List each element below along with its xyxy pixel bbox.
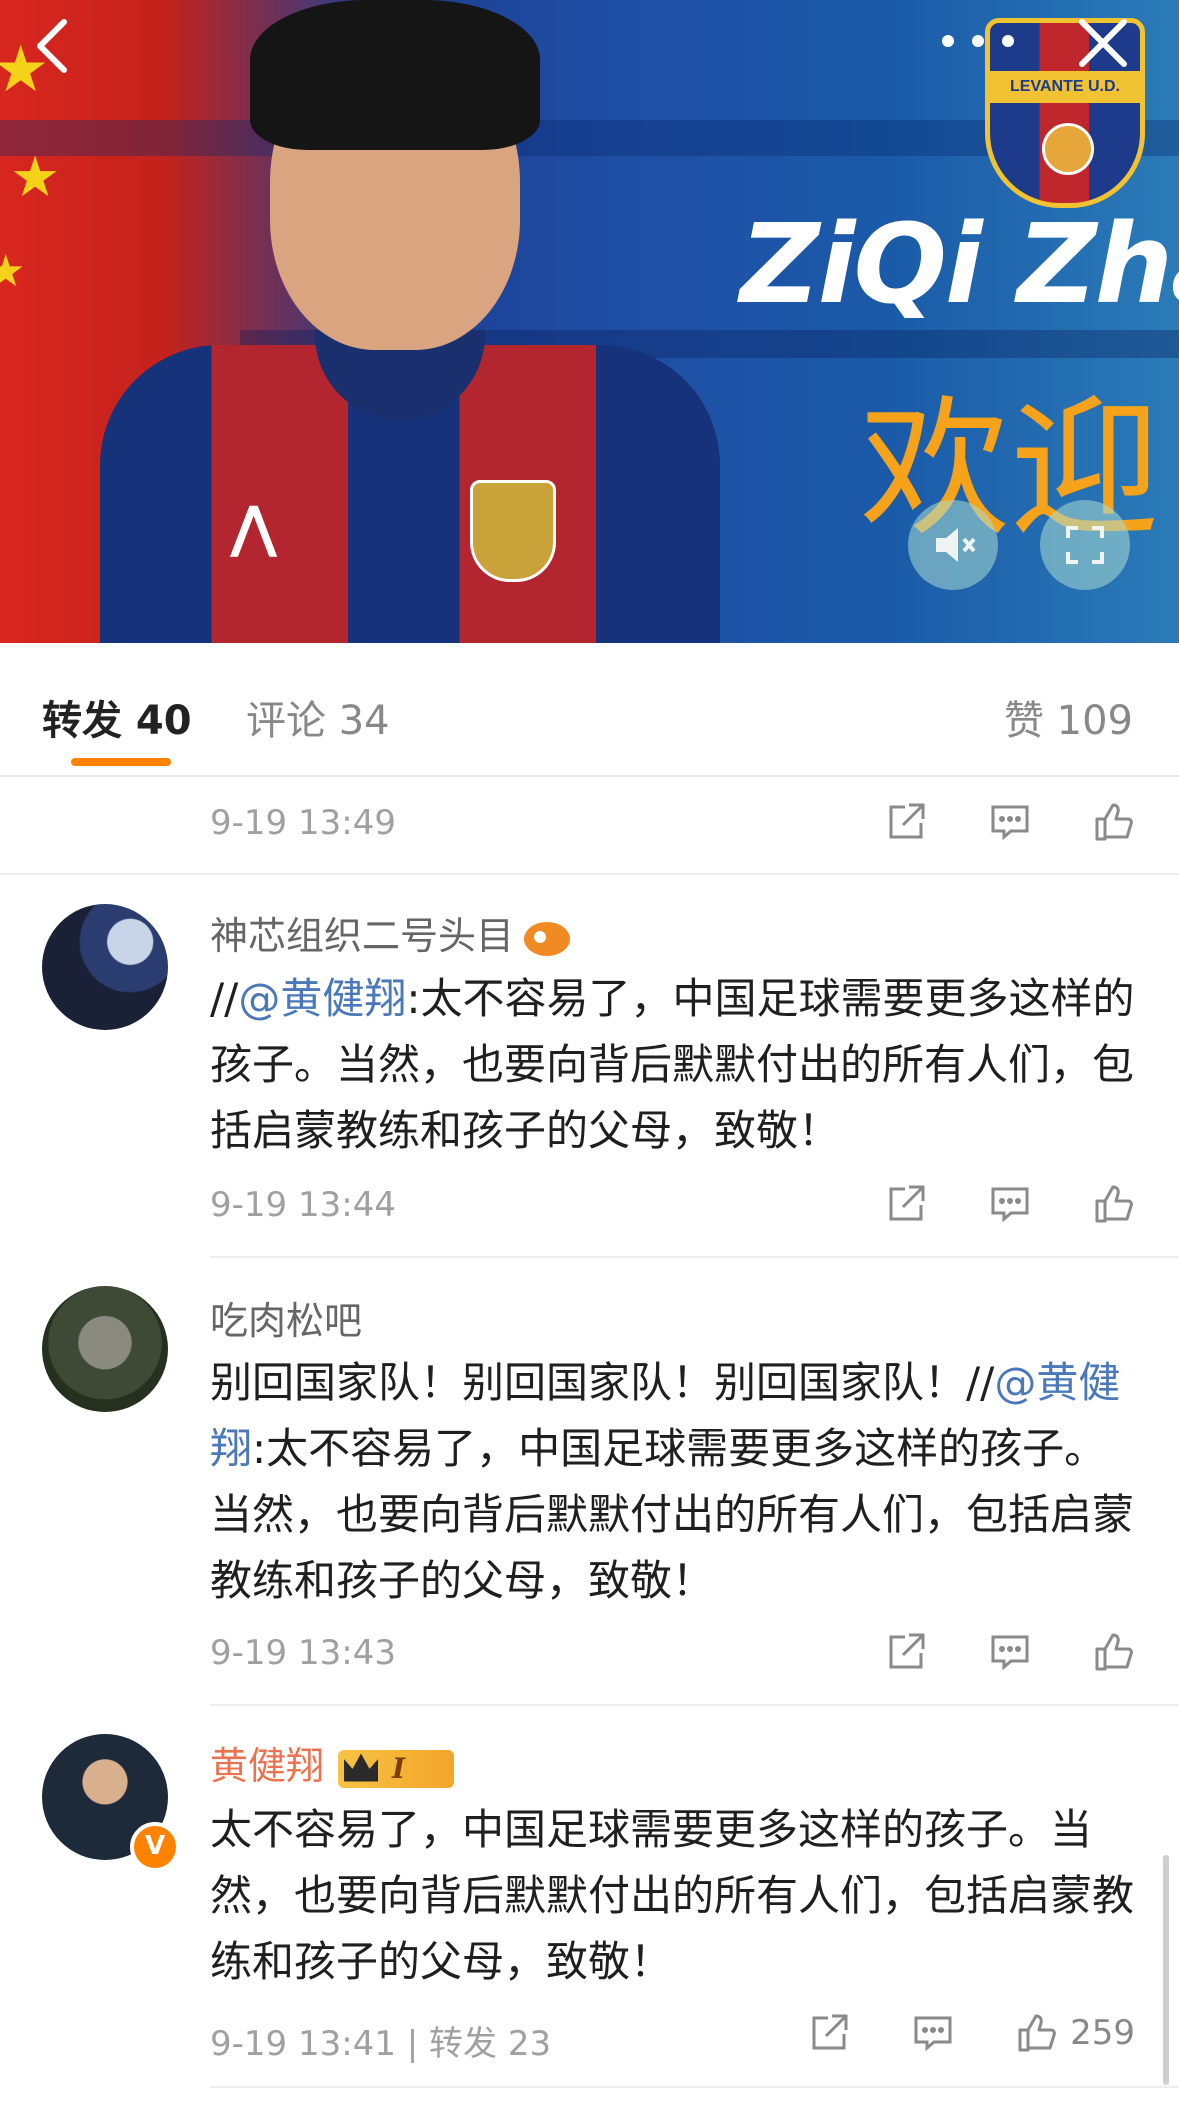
comment-icon[interactable] (912, 2012, 954, 2054)
avatar[interactable] (42, 904, 168, 1030)
mention-link[interactable]: @黄健翔 (238, 974, 406, 1023)
repost-username[interactable]: 神芯组织二号头目 (210, 905, 571, 960)
repost-timestamp: 9-19 13:44 (210, 1185, 396, 1225)
avatar[interactable] (42, 1286, 168, 1412)
repost-timestamp: 9-19 13:49 (210, 803, 396, 843)
like-icon[interactable] (1093, 1183, 1135, 1225)
video-player[interactable]: ★ ★ ★ ⋀ ZiQi Zha 欢迎 LEVANTE U.D. (0, 0, 1179, 643)
flag-star-icon: ★ (10, 145, 61, 210)
repost-prefix: // (210, 974, 239, 1023)
video-player-figure: ⋀ (100, 0, 720, 643)
flag-star-icon: ★ (0, 246, 26, 297)
repost-text: 别回国家队！别回国家队！别回国家队！//@黄健翔:太不容易了，中国足球需要更多这… (210, 1350, 1140, 1614)
video-name-overlay: ZiQi Zha (740, 200, 1179, 328)
like-icon[interactable] (1093, 1631, 1135, 1673)
tab-active-indicator (71, 758, 171, 766)
like-count: 259 (1070, 2013, 1135, 2053)
repost-meta: 9-19 13:41 | 转发 23 (210, 2016, 551, 2065)
repost-prefix: 别回国家队！别回国家队！别回国家队！// (210, 1358, 995, 1407)
comment-icon[interactable] (989, 1183, 1031, 1225)
tab-repost[interactable]: 转发 40 (42, 688, 192, 746)
like-icon[interactable] (1093, 801, 1135, 843)
username-text[interactable]: 神芯组织二号头目 (210, 914, 514, 958)
repost-actions (885, 1183, 1135, 1225)
repost-timestamp: 9-19 13:43 (210, 1633, 396, 1673)
repost-actions (885, 801, 1135, 843)
vip-crown-icon: I (338, 1749, 455, 1788)
share-icon[interactable] (808, 2012, 850, 2054)
chevron-left-icon[interactable] (30, 16, 74, 86)
like-button[interactable]: 259 (1016, 2012, 1135, 2054)
tab-comment[interactable]: 评论 34 (246, 688, 390, 746)
close-icon[interactable] (1074, 14, 1132, 82)
mute-icon[interactable] (908, 500, 998, 590)
fish-emoji-icon (524, 921, 571, 956)
share-icon[interactable] (885, 1183, 927, 1225)
quoted-text: :太不容易了，中国足球需要更多这样的孩子。当然，也要向背后默默付出的所有人们，包… (210, 1424, 1135, 1605)
repost-text: 太不容易了，中国足球需要更多这样的孩子。当然，也要向背后默默付出的所有人们，包括… (210, 1805, 1135, 1986)
repost-actions: 259 (808, 2012, 1135, 2054)
scrollbar[interactable] (1163, 1855, 1169, 2085)
comment-icon[interactable] (989, 1631, 1031, 1673)
repost-username[interactable]: 黄健翔 I (210, 1735, 455, 1790)
repost-timestamp: 9-19 13:41 (210, 2024, 396, 2064)
list-divider (210, 2086, 1179, 2088)
verified-badge-icon: V (130, 1822, 180, 1872)
tab-bar: 转发 40 评论 34 赞 109 (0, 643, 1179, 777)
repost-actions (885, 1631, 1135, 1673)
share-icon[interactable] (885, 1631, 927, 1673)
fullscreen-icon[interactable] (1040, 500, 1130, 590)
more-dots-icon[interactable] (938, 20, 1018, 64)
list-divider (210, 1704, 1179, 1706)
repost-text: //@黄健翔:太不容易了，中国足球需要更多这样的孩子。当然，也要向背后默默付出的… (210, 966, 1140, 1164)
like-icon[interactable] (1016, 2012, 1058, 2054)
tab-like[interactable]: 赞 109 (1004, 688, 1133, 746)
share-icon[interactable] (885, 801, 927, 843)
username-text[interactable]: 黄健翔 (210, 1744, 324, 1788)
list-divider (0, 873, 1179, 875)
repost-count[interactable]: | 转发 23 (407, 2024, 551, 2064)
comment-icon[interactable] (989, 801, 1031, 843)
repost-username[interactable]: 吃肉松吧 (210, 1290, 362, 1345)
list-divider (210, 1256, 1179, 1258)
